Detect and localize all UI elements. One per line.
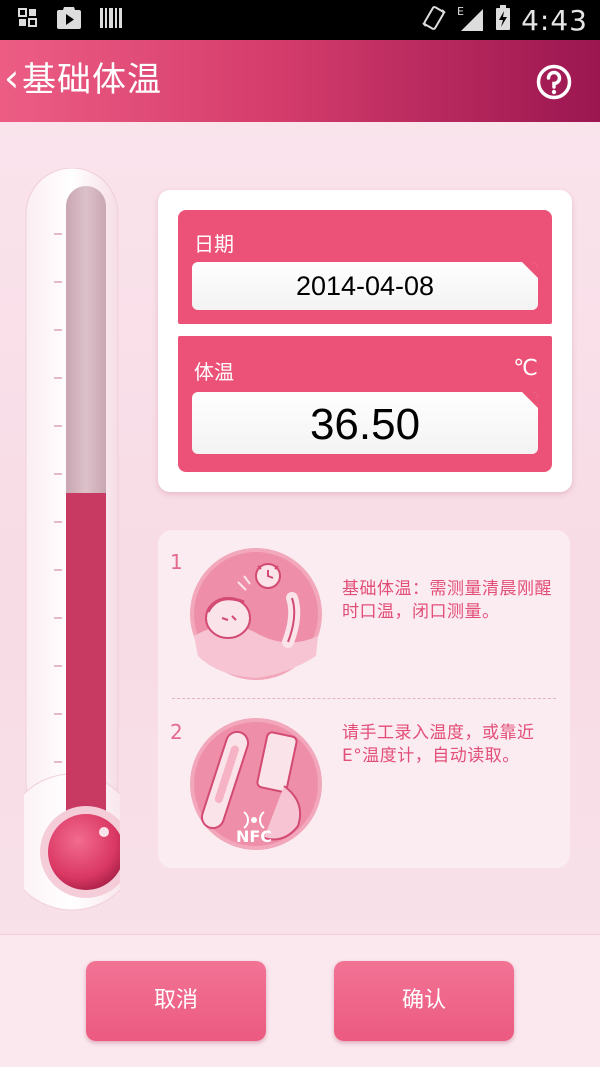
action-bar: 取消 确认 [0,934,600,1067]
confirm-button[interactable]: 确认 [334,961,514,1041]
wake-up-alarm-icon [188,546,324,682]
app-header: ‹ 基础体温 [0,40,600,122]
list-item: 1 基础体温：需测量清晨刚醒时口温，闭口测量。 [158,530,570,698]
temperature-label: 体温 [194,360,234,384]
tip-text: 请手工录入温度，或靠近E°温度计，自动读取。 [342,723,535,766]
measurement-panel: 日期 2014-04-08 体温 ℃ 36.50 [158,190,572,492]
temperature-value: 36.50 [309,400,421,449]
temperature-field[interactable]: 36.50 [192,392,538,454]
page-title: 基础体温 [22,60,162,100]
vibrate-icon [421,5,447,35]
status-bar: E 4:43 [0,0,600,40]
nfc-badge: NFC [236,827,272,846]
mercury-level [66,493,106,826]
date-card: 日期 2014-04-08 [178,210,552,324]
dropdown-corner-icon [522,262,538,278]
temperature-unit: ℃ [513,356,538,381]
step-number: 2 [170,720,183,744]
date-label: 日期 [194,232,234,256]
list-item: 2 NFC 请手工录入温度，或靠近E°温度计，自动读取。 [158,700,570,868]
apps-grid-icon [18,8,38,32]
back-icon[interactable]: ‹ [4,58,19,98]
play-store-icon [56,6,82,34]
barcode-icon [100,6,122,34]
network-type-label: E [457,5,464,18]
divider [172,698,556,699]
date-value: 2014-04-08 [295,271,435,301]
status-time: 4:43 [521,3,588,37]
help-icon[interactable] [536,64,572,100]
thermometer-gauge [3,167,141,912]
date-field[interactable]: 2014-04-08 [192,262,538,310]
signal-icon: E [457,5,485,35]
dropdown-corner-icon [522,392,538,408]
cancel-button[interactable]: 取消 [86,961,266,1041]
step-number: 1 [170,550,183,574]
battery-charging-icon [495,5,511,35]
instructions-panel: 1 基础体温：需测量清晨刚醒时口温，闭口测量。 2 NFC 请手工录入温度，或靠… [158,530,570,868]
nfc-thermometer-icon: NFC [188,716,324,852]
tip-text: 基础体温：需测量清晨刚醒时口温，闭口测量。 [342,579,552,622]
temperature-card: 体温 ℃ 36.50 [178,336,552,472]
